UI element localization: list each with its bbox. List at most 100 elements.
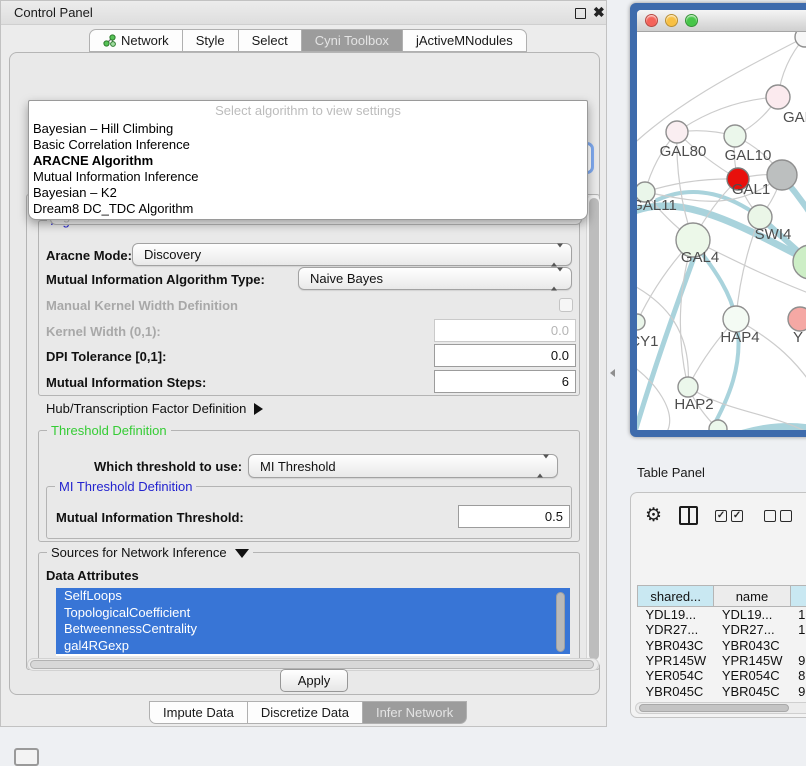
- mi-steps-field[interactable]: 6: [434, 370, 576, 393]
- hub-definition-expander[interactable]: Hub/Transcription Factor Definition: [46, 401, 263, 416]
- which-threshold-value: MI Threshold: [260, 459, 336, 474]
- attribute-list-item[interactable]: BetweennessCentrality: [56, 621, 570, 638]
- network-node-hap2[interactable]: [678, 377, 698, 397]
- column-header-name[interactable]: name: [714, 586, 790, 607]
- node-label-gal4: GAL4: [681, 249, 719, 266]
- network-node-pink_top[interactable]: [766, 85, 790, 109]
- tab-label: jActiveMNodules: [416, 33, 513, 48]
- algorithm-option[interactable]: Mutual Information Inference: [29, 169, 587, 185]
- network-node-gcy1[interactable]: [637, 314, 645, 330]
- combo-stepper-icon: [551, 247, 563, 262]
- attribute-list-item[interactable]: gal4RGexp: [56, 638, 570, 655]
- table-hscrollbar-thumb[interactable]: [639, 704, 789, 712]
- table-row[interactable]: YBL079WYBL079W: [638, 699, 806, 701]
- mi-algorithm-type-combobox[interactable]: Naive Bayes: [298, 267, 572, 290]
- node-label-gal10: GAL10: [725, 147, 772, 164]
- network-node-top_partial[interactable]: [795, 32, 806, 47]
- panel-resize-handle[interactable]: [610, 369, 615, 377]
- minimize-window-icon[interactable]: [665, 14, 678, 27]
- tab-style[interactable]: Style: [183, 29, 239, 52]
- select-all-columns-icon[interactable]: ✓✓: [715, 510, 747, 522]
- dpi-tolerance-field[interactable]: 0.0: [434, 344, 576, 367]
- table-cell: 12: [790, 622, 806, 637]
- settings-scrollbar-track: [586, 195, 600, 669]
- float-window-icon[interactable]: [575, 8, 586, 19]
- network-node-gal80[interactable]: [666, 121, 688, 143]
- tab-label: Style: [196, 33, 225, 48]
- attribute-list-item[interactable]: TopologicalCoefficient: [56, 605, 570, 622]
- algorithm-option[interactable]: ARACNE Algorithm: [29, 153, 587, 169]
- settings-hscrollbar-thumb[interactable]: [30, 660, 594, 669]
- tab-select[interactable]: Select: [239, 29, 302, 52]
- which-threshold-label: Which threshold to use:: [94, 459, 242, 474]
- table-cell: 13: [790, 607, 806, 623]
- kernel-width-field: 0.0: [434, 319, 576, 342]
- combo-stepper-icon: [551, 271, 563, 286]
- control-panel-window: Control Panel ✖ Network Style SelectCyni T…: [0, 0, 607, 727]
- close-panel-icon[interactable]: ✖: [593, 4, 605, 21]
- close-window-icon[interactable]: [645, 14, 658, 27]
- algorithm-option[interactable]: Bayesian – Hill Climbing: [29, 121, 587, 137]
- table-row[interactable]: YDR27...YDR27...12: [638, 622, 806, 637]
- node-label-gal11: GAL11: [637, 197, 677, 214]
- column-header-shared...[interactable]: shared...: [638, 586, 714, 607]
- network-window-titlebar[interactable]: [637, 10, 806, 32]
- zoom-window-icon[interactable]: [685, 14, 698, 27]
- settings-scrollbar-thumb[interactable]: [589, 198, 599, 660]
- tab-discretize-data[interactable]: Discretize Data: [248, 701, 363, 724]
- mi-algorithm-type-label: Mutual Information Algorithm Type:: [46, 272, 265, 287]
- algorithm-option[interactable]: Basic Correlation Inference: [29, 137, 587, 153]
- table-panel: ⚙ ✓✓ shared...nameA YDL19...YDL19...13YD…: [630, 492, 806, 718]
- table-cell: YBR045C: [714, 684, 790, 699]
- network-node-gray[interactable]: [767, 160, 797, 190]
- network-canvas[interactable]: GALGAL80GAL10GAL1GAL11SWI4GAL4GCY1HAP4YH…: [637, 32, 806, 430]
- tab-cyni-toolbox[interactable]: Cyni Toolbox: [302, 29, 403, 52]
- table-row[interactable]: YBR045CYBR045C9.: [638, 684, 806, 699]
- deselect-all-columns-icon[interactable]: [764, 510, 796, 522]
- aracne-mode-label: Aracne Mode:: [46, 248, 132, 263]
- collapsed-panel-icon[interactable]: [14, 748, 39, 766]
- control-panel-titlebar: Control Panel ✖: [1, 1, 606, 25]
- tab-impute-data[interactable]: Impute Data: [149, 701, 248, 724]
- table-cell: 8.: [790, 668, 806, 683]
- table-settings-gear-icon[interactable]: ⚙: [645, 506, 662, 525]
- node-label-gal1: GAL1: [732, 181, 770, 198]
- network-node-bottom_partial[interactable]: [709, 420, 727, 430]
- sources-group-title[interactable]: Sources for Network Inference: [47, 545, 253, 560]
- which-threshold-combobox[interactable]: MI Threshold: [248, 454, 558, 478]
- column-header-A[interactable]: A: [790, 586, 806, 607]
- table-row[interactable]: YER054CYER054C8.: [638, 668, 806, 683]
- algorithm-option[interactable]: Dream8 DC_TDC Algorithm: [29, 201, 587, 217]
- tab-label: Network: [121, 33, 169, 48]
- table-cell: YPR145W: [638, 653, 714, 668]
- table-cell: 9.: [790, 684, 806, 699]
- table-panel-title: Table Panel: [637, 465, 705, 480]
- table-row[interactable]: YBR043CYBR043C: [638, 637, 806, 652]
- tab-infer-network[interactable]: Infer Network: [363, 701, 467, 724]
- attributes-list-scrollbar[interactable]: [556, 592, 565, 652]
- tab-network[interactable]: Network: [89, 29, 183, 52]
- network-node-salmon[interactable]: [788, 307, 806, 331]
- tab-jactivemnodules[interactable]: jActiveMNodules: [403, 29, 527, 52]
- node-label-pink_top: GAL: [783, 109, 806, 126]
- expander-expanded-icon[interactable]: [235, 549, 249, 558]
- algorithm-placeholder: Select algorithm to view settings: [29, 101, 587, 121]
- table-row[interactable]: YDL19...YDL19...13: [638, 607, 806, 623]
- network-icon: [103, 34, 116, 47]
- expander-collapsed-icon[interactable]: [254, 403, 263, 415]
- manual-kernel-width-checkbox: [559, 298, 573, 312]
- table-cell: YPR145W: [714, 653, 790, 668]
- algorithm-dropdown-popup: Select algorithm to view settings Bayesi…: [28, 100, 588, 220]
- sources-title-text: Sources for Network Inference: [51, 545, 227, 560]
- network-node-gal10[interactable]: [724, 125, 746, 147]
- table-row[interactable]: YPR145WYPR145W9.: [638, 653, 806, 668]
- apply-button-label: Apply: [298, 673, 331, 688]
- algorithm-option[interactable]: Bayesian – K2: [29, 185, 587, 201]
- hub-definition-label: Hub/Transcription Factor Definition: [46, 401, 246, 416]
- mi-threshold-field[interactable]: 0.5: [458, 505, 570, 528]
- attribute-list-item[interactable]: SelfLoops: [56, 588, 570, 605]
- apply-button[interactable]: Apply: [280, 669, 348, 692]
- aracne-mode-combobox[interactable]: Discovery: [132, 243, 572, 266]
- column-layout-icon[interactable]: [679, 506, 698, 525]
- dpi-tolerance-value: 0.0: [551, 348, 569, 363]
